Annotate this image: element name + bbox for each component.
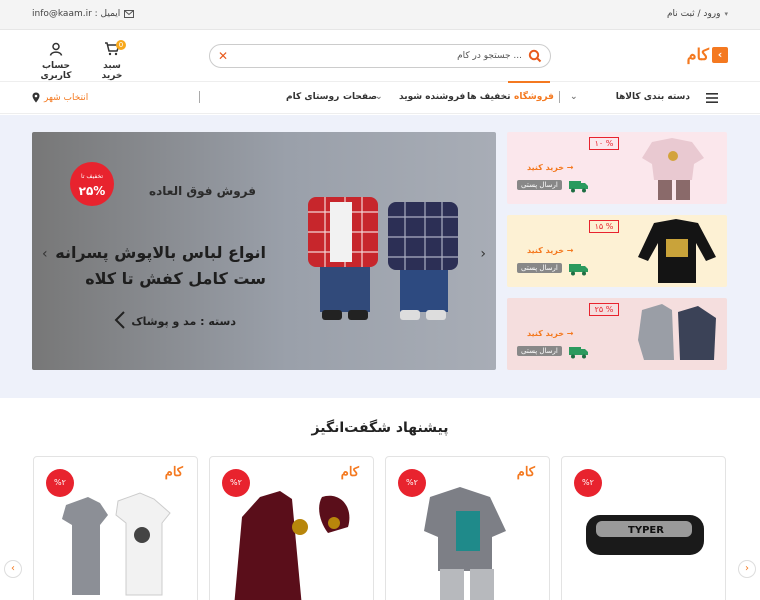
- truck-icon: [569, 181, 588, 193]
- login-register-link[interactable]: ورود / ثبت نام ▾: [667, 9, 728, 19]
- active-underline: [508, 81, 550, 83]
- brand-logo: کام: [340, 465, 359, 480]
- header: کام ‹ جستجو در کام ... ✕ 0 سبد خرید حساب…: [0, 30, 760, 82]
- promo-shipping-tag: ارسال پستی: [517, 346, 562, 356]
- nav-divider: [559, 91, 560, 103]
- hoodie-set-product-image: [424, 487, 506, 600]
- promo-percent: ۲۵ %: [589, 303, 619, 316]
- envelope-icon: [124, 10, 135, 18]
- promo-banner-2[interactable]: ۱۵ % خرید کنید → ارسال پستی: [507, 215, 727, 287]
- slider-prev-icon[interactable]: ‹: [42, 246, 48, 262]
- cart-button[interactable]: 0 سبد خرید: [92, 40, 132, 81]
- contact-email: info@kaam.ir : ایمیل: [32, 9, 135, 19]
- slider-next-icon[interactable]: ›: [480, 246, 486, 262]
- nav-item-shop[interactable]: فروشگاه: [514, 92, 554, 102]
- slide-title-line-1: انواع لباس بالاپوش پسرانه: [55, 243, 266, 262]
- city-selector[interactable]: انتخاب شهر: [32, 92, 88, 103]
- promo-percent: ۱۵ %: [589, 220, 619, 233]
- section-title: پیشنهاد شگفت‌انگیز: [311, 420, 449, 436]
- nav-categories[interactable]: دسته بندی کالاها: [616, 92, 690, 102]
- promo-buy-link[interactable]: خرید کنید →: [527, 329, 573, 338]
- truck-icon: [569, 347, 588, 359]
- slide-subtitle: فروش فوق العاده: [149, 184, 256, 198]
- brand-logo: کام: [516, 465, 535, 480]
- discount-badge: %۲: [574, 469, 602, 497]
- email-text: info@kaam.ir : ایمیل: [32, 9, 121, 19]
- badge-value: ۲۵%: [78, 184, 106, 198]
- cart-count-badge: 0: [116, 40, 126, 50]
- svg-text:TYPER: TYPER: [628, 525, 664, 536]
- chevron-down-icon: ⌄: [375, 92, 383, 102]
- black-sweater-image: [638, 219, 716, 283]
- truck-icon: [569, 264, 588, 276]
- promo-shipping-tag: ارسال پستی: [517, 180, 562, 190]
- search-input[interactable]: جستجو در کام ...: [457, 51, 522, 61]
- product-card[interactable]: %۲ کام: [385, 456, 550, 600]
- jackets-product-image: [308, 197, 458, 320]
- carousel-prev-icon[interactable]: ‹: [4, 560, 22, 578]
- product-card[interactable]: %۲ کام: [209, 456, 374, 600]
- promo-shipping-tag: ارسال پستی: [517, 263, 562, 273]
- slide-title-line-2: ست کامل کفش تا کلاه: [85, 269, 266, 288]
- site-logo[interactable]: کام ‹: [687, 45, 728, 64]
- promo-percent: ۱۰ %: [589, 137, 619, 150]
- promo-buy-label: خرید کنید: [527, 246, 564, 255]
- promo-buy-label: خرید کنید: [527, 163, 564, 172]
- coat-hat-product-image: [234, 491, 350, 600]
- search-icon[interactable]: [528, 49, 542, 63]
- user-icon: [49, 42, 63, 56]
- city-label: انتخاب شهر: [44, 92, 89, 103]
- promo-buy-link[interactable]: خرید کنید →: [527, 163, 573, 172]
- promo-buy-label: خرید کنید: [527, 329, 564, 338]
- discount-badge: تخفیف تا ۲۵%: [70, 162, 114, 206]
- main-nav: دسته بندی کالاها ⌄ فروشگاه تخفیف ها فروش…: [0, 81, 760, 114]
- account-label: حساب کاربری: [40, 61, 72, 81]
- slide-title: انواع لباس بالاپوش پسرانه ست کامل کفش تا…: [55, 240, 266, 292]
- nav-item-discounts[interactable]: تخفیف ها: [467, 92, 511, 102]
- promo-banner-3[interactable]: ۲۵ % خرید کنید → ارسال پستی: [507, 298, 727, 370]
- bodysuits-product-image: [62, 492, 171, 596]
- product-card[interactable]: %۲ TYPER: [561, 456, 726, 600]
- carousel-next-icon[interactable]: ›: [738, 560, 756, 578]
- chevron-down-icon: ▾: [724, 10, 728, 18]
- promo-buy-link[interactable]: خرید کنید →: [527, 246, 573, 255]
- promo-banner-1[interactable]: ۱۰ % خرید کنید → ارسال پستی: [507, 132, 727, 204]
- typer-case-product-image: TYPER: [586, 515, 704, 555]
- cart-label: سبد خرید: [101, 61, 123, 81]
- hamburger-menu-icon[interactable]: [706, 93, 718, 103]
- gray-jacket-image: [638, 304, 716, 360]
- login-text: ورود / ثبت نام: [666, 9, 721, 19]
- top-bar: info@kaam.ir : ایمیل ورود / ثبت نام ▾: [0, 0, 760, 30]
- clear-search-icon[interactable]: ✕: [218, 49, 228, 63]
- logo-text: کام: [686, 45, 709, 64]
- logo-mark-icon: ‹: [712, 46, 728, 63]
- product-card[interactable]: %۲ کام: [33, 456, 198, 600]
- account-button[interactable]: حساب کاربری: [36, 42, 76, 81]
- location-pin-icon: [32, 92, 40, 103]
- nav-divider: [199, 91, 200, 103]
- slide-category[interactable]: دسته : مد و پوشاک: [131, 315, 236, 328]
- hero-section: تخفیف تا ۲۵% فروش فوق العاده انواع لباس …: [0, 115, 760, 398]
- chevron-down-icon[interactable]: ⌄: [570, 92, 578, 102]
- nav-item-pages[interactable]: صفحات: [343, 92, 377, 102]
- main-slider[interactable]: تخفیف تا ۲۵% فروش فوق العاده انواع لباس …: [32, 132, 496, 370]
- brand-logo: کام: [164, 465, 183, 480]
- badge-caption: تخفیف تا: [80, 173, 103, 180]
- search-bar[interactable]: جستجو در کام ... ✕: [209, 44, 551, 68]
- pink-outfit-image: [642, 138, 704, 200]
- nav-item-kaam-village[interactable]: روستای کام: [286, 92, 339, 102]
- nav-item-become-seller[interactable]: فروشنده شوید: [399, 92, 465, 102]
- chevron-left-icon[interactable]: [114, 310, 126, 330]
